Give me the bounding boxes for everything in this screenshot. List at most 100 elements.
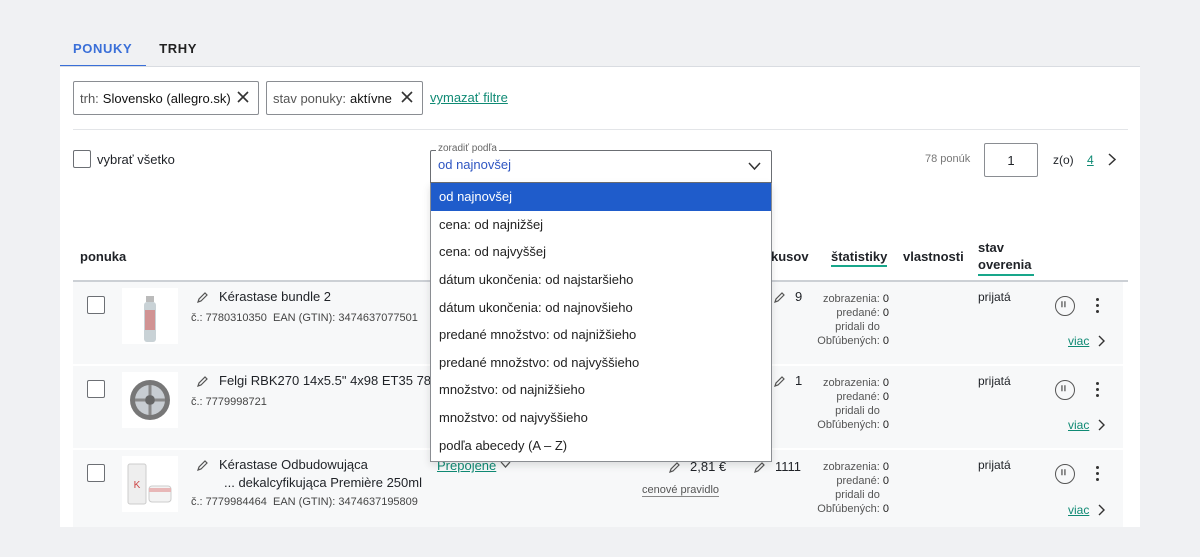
filter-chip-key: trh: xyxy=(80,90,99,106)
of-label: z(o) xyxy=(1053,153,1074,167)
row-checkbox[interactable] xyxy=(87,380,105,398)
verification-status: prijatá xyxy=(978,290,1011,304)
column-offer[interactable]: ponuka xyxy=(80,249,126,264)
sort-legend: zoradiť podľa xyxy=(436,143,499,154)
pencil-icon[interactable] xyxy=(773,375,786,388)
close-icon[interactable] xyxy=(400,90,414,104)
offer-number: č.: 7779998721 xyxy=(191,396,267,408)
close-icon[interactable] xyxy=(236,90,250,104)
select-all-checkbox[interactable] xyxy=(73,150,91,168)
verification-status: prijatá xyxy=(978,458,1011,472)
sort-option[interactable]: predané množstvo: od najvyššieho xyxy=(431,349,771,377)
product-image[interactable]: K xyxy=(122,456,178,512)
select-all-label: vybrať všetko xyxy=(97,152,175,167)
offer-number: č.: 7780310350 xyxy=(191,312,267,324)
offer-title[interactable]: Felgi RBK270 14x5.5" 4x98 ET35 78 xyxy=(219,373,431,388)
column-pieces[interactable]: kusov xyxy=(771,249,809,264)
divider xyxy=(73,129,1128,130)
pencil-icon[interactable] xyxy=(668,461,681,474)
sort-option[interactable]: dátum ukončenia: od najnovšieho xyxy=(431,293,771,321)
offer-id: č.: 7779984464 EAN (GTIN): 3474637195809 xyxy=(191,496,418,508)
pause-icon xyxy=(1061,301,1066,308)
column-stats[interactable]: štatistiky xyxy=(831,249,888,267)
svg-text:K: K xyxy=(134,480,141,491)
stats-block: zobrazenia: 0 predané: 0 pridali do Obľú… xyxy=(800,376,889,432)
chevron-right-icon[interactable] xyxy=(1097,335,1106,347)
kebab-menu-icon[interactable] xyxy=(1096,466,1100,482)
sort-option[interactable]: od najnovšej xyxy=(431,183,771,211)
kebab-menu-icon[interactable] xyxy=(1096,382,1100,398)
price-rule-link[interactable]: cenové pravidlo xyxy=(642,484,720,497)
stats-block: zobrazenia: 0 predané: 0 pridali do Obľú… xyxy=(800,292,889,348)
product-image[interactable] xyxy=(122,372,178,428)
sort-option[interactable]: dátum ukončenia: od najstaršieho xyxy=(431,266,771,294)
filter-chip-value: aktívne xyxy=(350,90,392,106)
views-value: 0 xyxy=(882,293,889,305)
fav-label: pridali do Obľúbených: xyxy=(817,405,880,431)
sort-option[interactable]: množstvo: od najvyššieho xyxy=(431,404,771,432)
sort-option[interactable]: cena: od najnižšej xyxy=(431,211,771,239)
kebab-menu-icon[interactable] xyxy=(1096,298,1100,314)
sort-option[interactable]: predané množstvo: od najnižšieho xyxy=(431,321,771,349)
sold-value: 0 xyxy=(882,475,889,487)
offer-id: č.: 7780310350 EAN (GTIN): 3474637077501 xyxy=(191,312,418,324)
sold-value: 0 xyxy=(882,391,889,403)
page-input[interactable]: 1 xyxy=(984,143,1038,177)
row-checkbox[interactable] xyxy=(87,464,105,482)
chevron-down-icon[interactable] xyxy=(500,461,511,469)
filter-chip-key: stav ponuky: xyxy=(273,90,346,106)
last-page-link[interactable]: 4 xyxy=(1087,153,1094,167)
more-link[interactable]: viac xyxy=(1068,418,1089,432)
filter-chip-market[interactable]: trh: Slovensko (allegro.sk) xyxy=(73,81,259,115)
chevron-right-icon[interactable] xyxy=(1097,504,1106,516)
views-label: zobrazenia: xyxy=(822,461,880,473)
offer-title[interactable]: Kérastase Odbudowująca xyxy=(219,457,368,472)
pause-icon xyxy=(1061,385,1066,392)
offer-title-continuation[interactable]: ... dekalcyfikująca Première 250ml xyxy=(224,475,422,490)
offer-title[interactable]: Kérastase bundle 2 xyxy=(219,289,331,304)
chevron-down-icon xyxy=(748,162,761,171)
pause-button[interactable] xyxy=(1055,380,1075,400)
chevron-right-icon[interactable] xyxy=(1097,419,1106,431)
sort-option[interactable]: podľa abecedy (A – Z) xyxy=(431,431,771,459)
filter-chip-status[interactable]: stav ponuky: aktívne xyxy=(266,81,423,115)
pencil-icon[interactable] xyxy=(773,291,786,304)
pencil-icon[interactable] xyxy=(196,459,209,472)
sort-value: od najnovšej xyxy=(438,157,511,172)
views-value: 0 xyxy=(882,377,889,389)
fav-label: pridali do Obľúbených: xyxy=(817,489,880,515)
pause-button[interactable] xyxy=(1055,296,1075,316)
pencil-icon[interactable] xyxy=(753,461,766,474)
offer-count: 78 ponúk xyxy=(925,153,971,165)
verification-status: prijatá xyxy=(978,374,1011,388)
pencil-icon[interactable] xyxy=(196,291,209,304)
column-verification[interactable]: stav overenia xyxy=(978,239,1034,276)
views-label: zobrazenia: xyxy=(822,377,880,389)
clear-filters-link[interactable]: vymazať filtre xyxy=(430,90,508,105)
pause-icon xyxy=(1061,469,1066,476)
pencil-icon[interactable] xyxy=(196,375,209,388)
more-link[interactable]: viac xyxy=(1068,334,1089,348)
sort-option[interactable]: množstvo: od najnižšieho xyxy=(431,376,771,404)
row-checkbox[interactable] xyxy=(87,296,105,314)
fav-label: pridali do Obľúbených: xyxy=(817,321,880,347)
pause-button[interactable] xyxy=(1055,464,1075,484)
tab-markets[interactable]: TRHY xyxy=(146,30,211,67)
stats-block: zobrazenia: 0 predané: 0 pridali do Obľú… xyxy=(800,460,889,516)
fav-value: 0 xyxy=(882,503,889,515)
more-link[interactable]: viac xyxy=(1068,503,1089,517)
product-image[interactable] xyxy=(122,288,178,344)
views-value: 0 xyxy=(882,461,889,473)
chevron-right-icon[interactable] xyxy=(1107,153,1117,166)
quantity-value: 1111 xyxy=(775,459,802,474)
tab-bar: PONUKY TRHY xyxy=(60,30,211,68)
fav-value: 0 xyxy=(882,419,889,431)
sort-dropdown: od najnovšej cena: od najnižšej cena: od… xyxy=(430,183,772,462)
offer-ean: EAN (GTIN): 3474637077501 xyxy=(272,312,418,324)
tab-offers[interactable]: PONUKY xyxy=(60,30,147,67)
views-label: zobrazenia: xyxy=(822,293,880,305)
offer-ean: EAN (GTIN): 3474637195809 xyxy=(272,496,418,508)
sold-label: predané: xyxy=(836,475,880,487)
offer-number: č.: 7779984464 xyxy=(191,496,267,508)
sort-option[interactable]: cena: od najvyššej xyxy=(431,238,771,266)
